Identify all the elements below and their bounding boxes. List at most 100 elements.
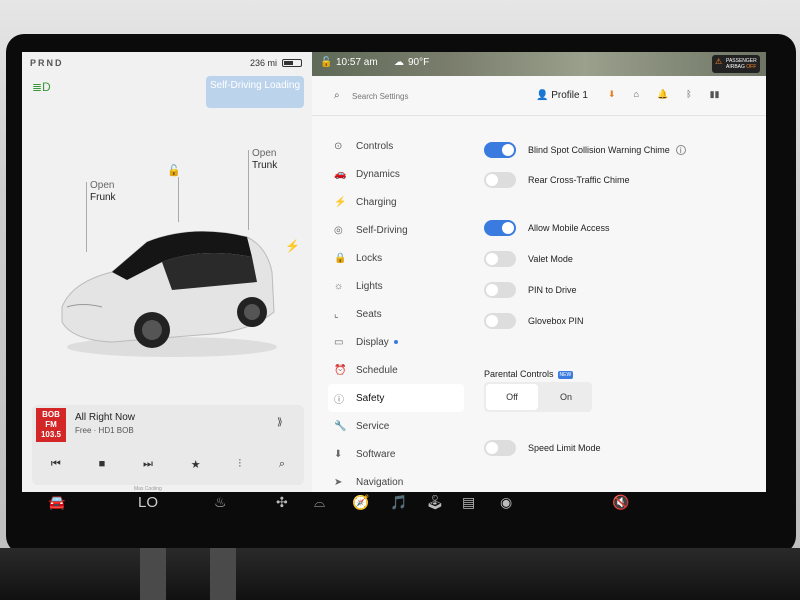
mobile-access-toggle[interactable] [484, 220, 516, 236]
settings-menu: ⊙ Controls 🚗 Dynamics ⚡ Charging ◎ Self-Driving… [328, 132, 464, 492]
parental-on-option[interactable]: On [540, 382, 592, 412]
calendar-icon[interactable]: ▤ [462, 494, 475, 511]
time-display: 10:57 am [336, 57, 378, 68]
next-icon[interactable]: ⏭ [143, 458, 153, 471]
headlight-icon[interactable]: ≣D [32, 80, 51, 94]
car-icon[interactable]: 🚘 [48, 494, 65, 511]
station-logo: BOB FM 103.5 [36, 408, 66, 442]
pin-drive-row: PIN to Drive [484, 282, 577, 298]
lock-status-icon[interactable]: 🔓 [320, 57, 332, 68]
valet-row: Valet Mode [484, 251, 573, 267]
profile-button[interactable]: 👤 Profile 1 [536, 90, 588, 101]
touchscreen: PRND 236 mi ≣D Self-Driving Loading Open… [22, 52, 766, 492]
camera-icon[interactable]: ◉ [500, 494, 512, 511]
toggle-icon: ⊙ [334, 140, 343, 152]
menu-item-seats[interactable]: ⌞ Seats [328, 300, 464, 328]
lte-signal-icon[interactable]: ▮▮ [710, 89, 720, 100]
menu-item-label: Controls [356, 140, 394, 152]
car-panel: PRND 236 mi ≣D Self-Driving Loading Open… [22, 52, 312, 492]
menu-item-label: Software [356, 448, 396, 460]
media-player: BOB FM 103.5 All Right Now Free · HD1 BO… [32, 405, 304, 485]
stand [0, 548, 800, 600]
media-source-icon[interactable]: ⟫ [277, 417, 283, 428]
song-title: All Right Now [75, 412, 136, 423]
rear-cross-toggle[interactable] [484, 172, 516, 188]
speed-limit-toggle[interactable] [484, 440, 516, 456]
frunk-callout[interactable]: Open Frunk [90, 180, 116, 204]
bluetooth-icon[interactable]: ᛒ [686, 89, 691, 100]
bolt-icon: ⚡ [334, 196, 347, 208]
charge-port-icon[interactable]: ⚡ [285, 239, 300, 253]
glovebox-row: Glovebox PIN [484, 313, 584, 329]
settings-header: ⌕ 👤 Profile 1 ⬇ ⌂ 🔔 ᛒ ▮▮ [312, 76, 766, 116]
status-bar: 🔓 10:57 am ☁ 90°F ⚠ PASSENGER AIRBAG OFF [312, 52, 766, 76]
menu-item-label: Dynamics [356, 168, 400, 180]
battery-icon [282, 59, 302, 67]
alert-icon: ⓘ [334, 394, 344, 406]
menu-item-display[interactable]: ▭ Display [328, 328, 464, 356]
parental-controls-title: Parental Controls NEW [484, 369, 574, 379]
sun-icon: ☼ [334, 280, 344, 292]
menu-item-safety[interactable]: ⓘ Safety [328, 384, 464, 412]
glovebox-toggle[interactable] [484, 313, 516, 329]
download-icon: ⬇ [334, 448, 343, 460]
previous-icon[interactable]: ⏮ [51, 458, 61, 471]
valet-toggle[interactable] [484, 251, 516, 267]
info-icon[interactable]: i [675, 145, 686, 155]
volume-mute-icon[interactable]: 🔇 [612, 494, 629, 511]
menu-item-label: Service [356, 420, 390, 432]
self-driving-loading-button[interactable]: Self-Driving Loading [206, 76, 304, 108]
menu-item-lights[interactable]: ☼ Lights [328, 272, 464, 300]
menu-item-label: Locks [356, 252, 383, 264]
menu-item-service[interactable]: 🔧 Service [328, 412, 464, 440]
seat-icon: ⌞ [334, 308, 339, 320]
menu-item-label: Schedule [356, 364, 398, 376]
download-icon[interactable]: ⬇ [608, 89, 616, 100]
defrost-icon[interactable]: ⌓ [314, 494, 325, 511]
menu-item-schedule[interactable]: ⏰ Schedule [328, 356, 464, 384]
bell-icon[interactable]: 🔔 [657, 89, 668, 100]
blind-spot-row: Blind Spot Collision Warning Chime i [484, 142, 686, 158]
unlock-icon[interactable]: 🔓 [167, 164, 181, 177]
equalizer-icon[interactable]: ⫶ [238, 458, 241, 471]
pin-drive-toggle[interactable] [484, 282, 516, 298]
airbag-indicator: ⚠ PASSENGER AIRBAG OFF [712, 55, 760, 73]
menu-item-label: Display [356, 336, 389, 348]
menu-item-controls[interactable]: ⊙ Controls [328, 132, 464, 160]
menu-item-dynamics[interactable]: 🚗 Dynamics [328, 160, 464, 188]
settings-panel: 🔓 10:57 am ☁ 90°F ⚠ PASSENGER AIRBAG OFF … [312, 52, 766, 492]
trunk-callout[interactable]: Open Trunk [252, 148, 277, 172]
climate-temp[interactable]: Max Cooling LO [134, 486, 162, 511]
fan-icon[interactable]: ✣ [276, 494, 288, 511]
parental-off-option[interactable]: Off [486, 384, 538, 410]
arcade-icon[interactable]: 🕹 [426, 494, 444, 511]
navigation-icon[interactable]: 🧭 [352, 494, 369, 511]
search-input[interactable] [352, 88, 482, 104]
menu-item-label: Navigation [356, 476, 404, 488]
speed-limit-row: Speed Limit Mode [484, 440, 601, 456]
menu-item-software[interactable]: ⬇ Software [328, 440, 464, 468]
bottom-dock: 🚘 Max Cooling LO ♨ ✣ ⌓ 🧭 🎵 🕹 ▤ ◉ 🔇 [22, 486, 766, 520]
search-icon[interactable]: ⌕ [279, 458, 285, 471]
car-icon: 🚗 [334, 168, 347, 180]
garage-icon[interactable]: ⌂ [634, 89, 639, 100]
car-image [61, 231, 277, 357]
notification-dot [393, 340, 398, 344]
lock-icon: 🔒 [334, 252, 347, 264]
rear-cross-row: Rear Cross-Traffic Chime [484, 172, 630, 188]
menu-item-label: Lights [356, 280, 383, 292]
stop-icon[interactable]: ■ [99, 458, 106, 470]
menu-item-charging[interactable]: ⚡ Charging [328, 188, 464, 216]
parental-controls-segmented: Off On [484, 382, 592, 412]
menu-item-label: Safety [356, 392, 385, 404]
favorite-star-icon[interactable]: ★ [191, 458, 201, 471]
menu-item-self-driving[interactable]: ◎ Self-Driving [328, 216, 464, 244]
gear-indicator: PRND [30, 58, 64, 68]
music-app-icon[interactable]: 🎵 [390, 494, 407, 511]
menu-item-navigation[interactable]: ➤ Navigation [328, 468, 464, 492]
menu-item-locks[interactable]: 🔒 Locks [328, 244, 464, 272]
range-readout: 236 mi [250, 58, 278, 68]
blind-spot-toggle[interactable] [484, 142, 516, 158]
seat-heater-icon[interactable]: ♨ [214, 494, 227, 511]
station-info: Free · HD1 BOB [75, 426, 134, 435]
